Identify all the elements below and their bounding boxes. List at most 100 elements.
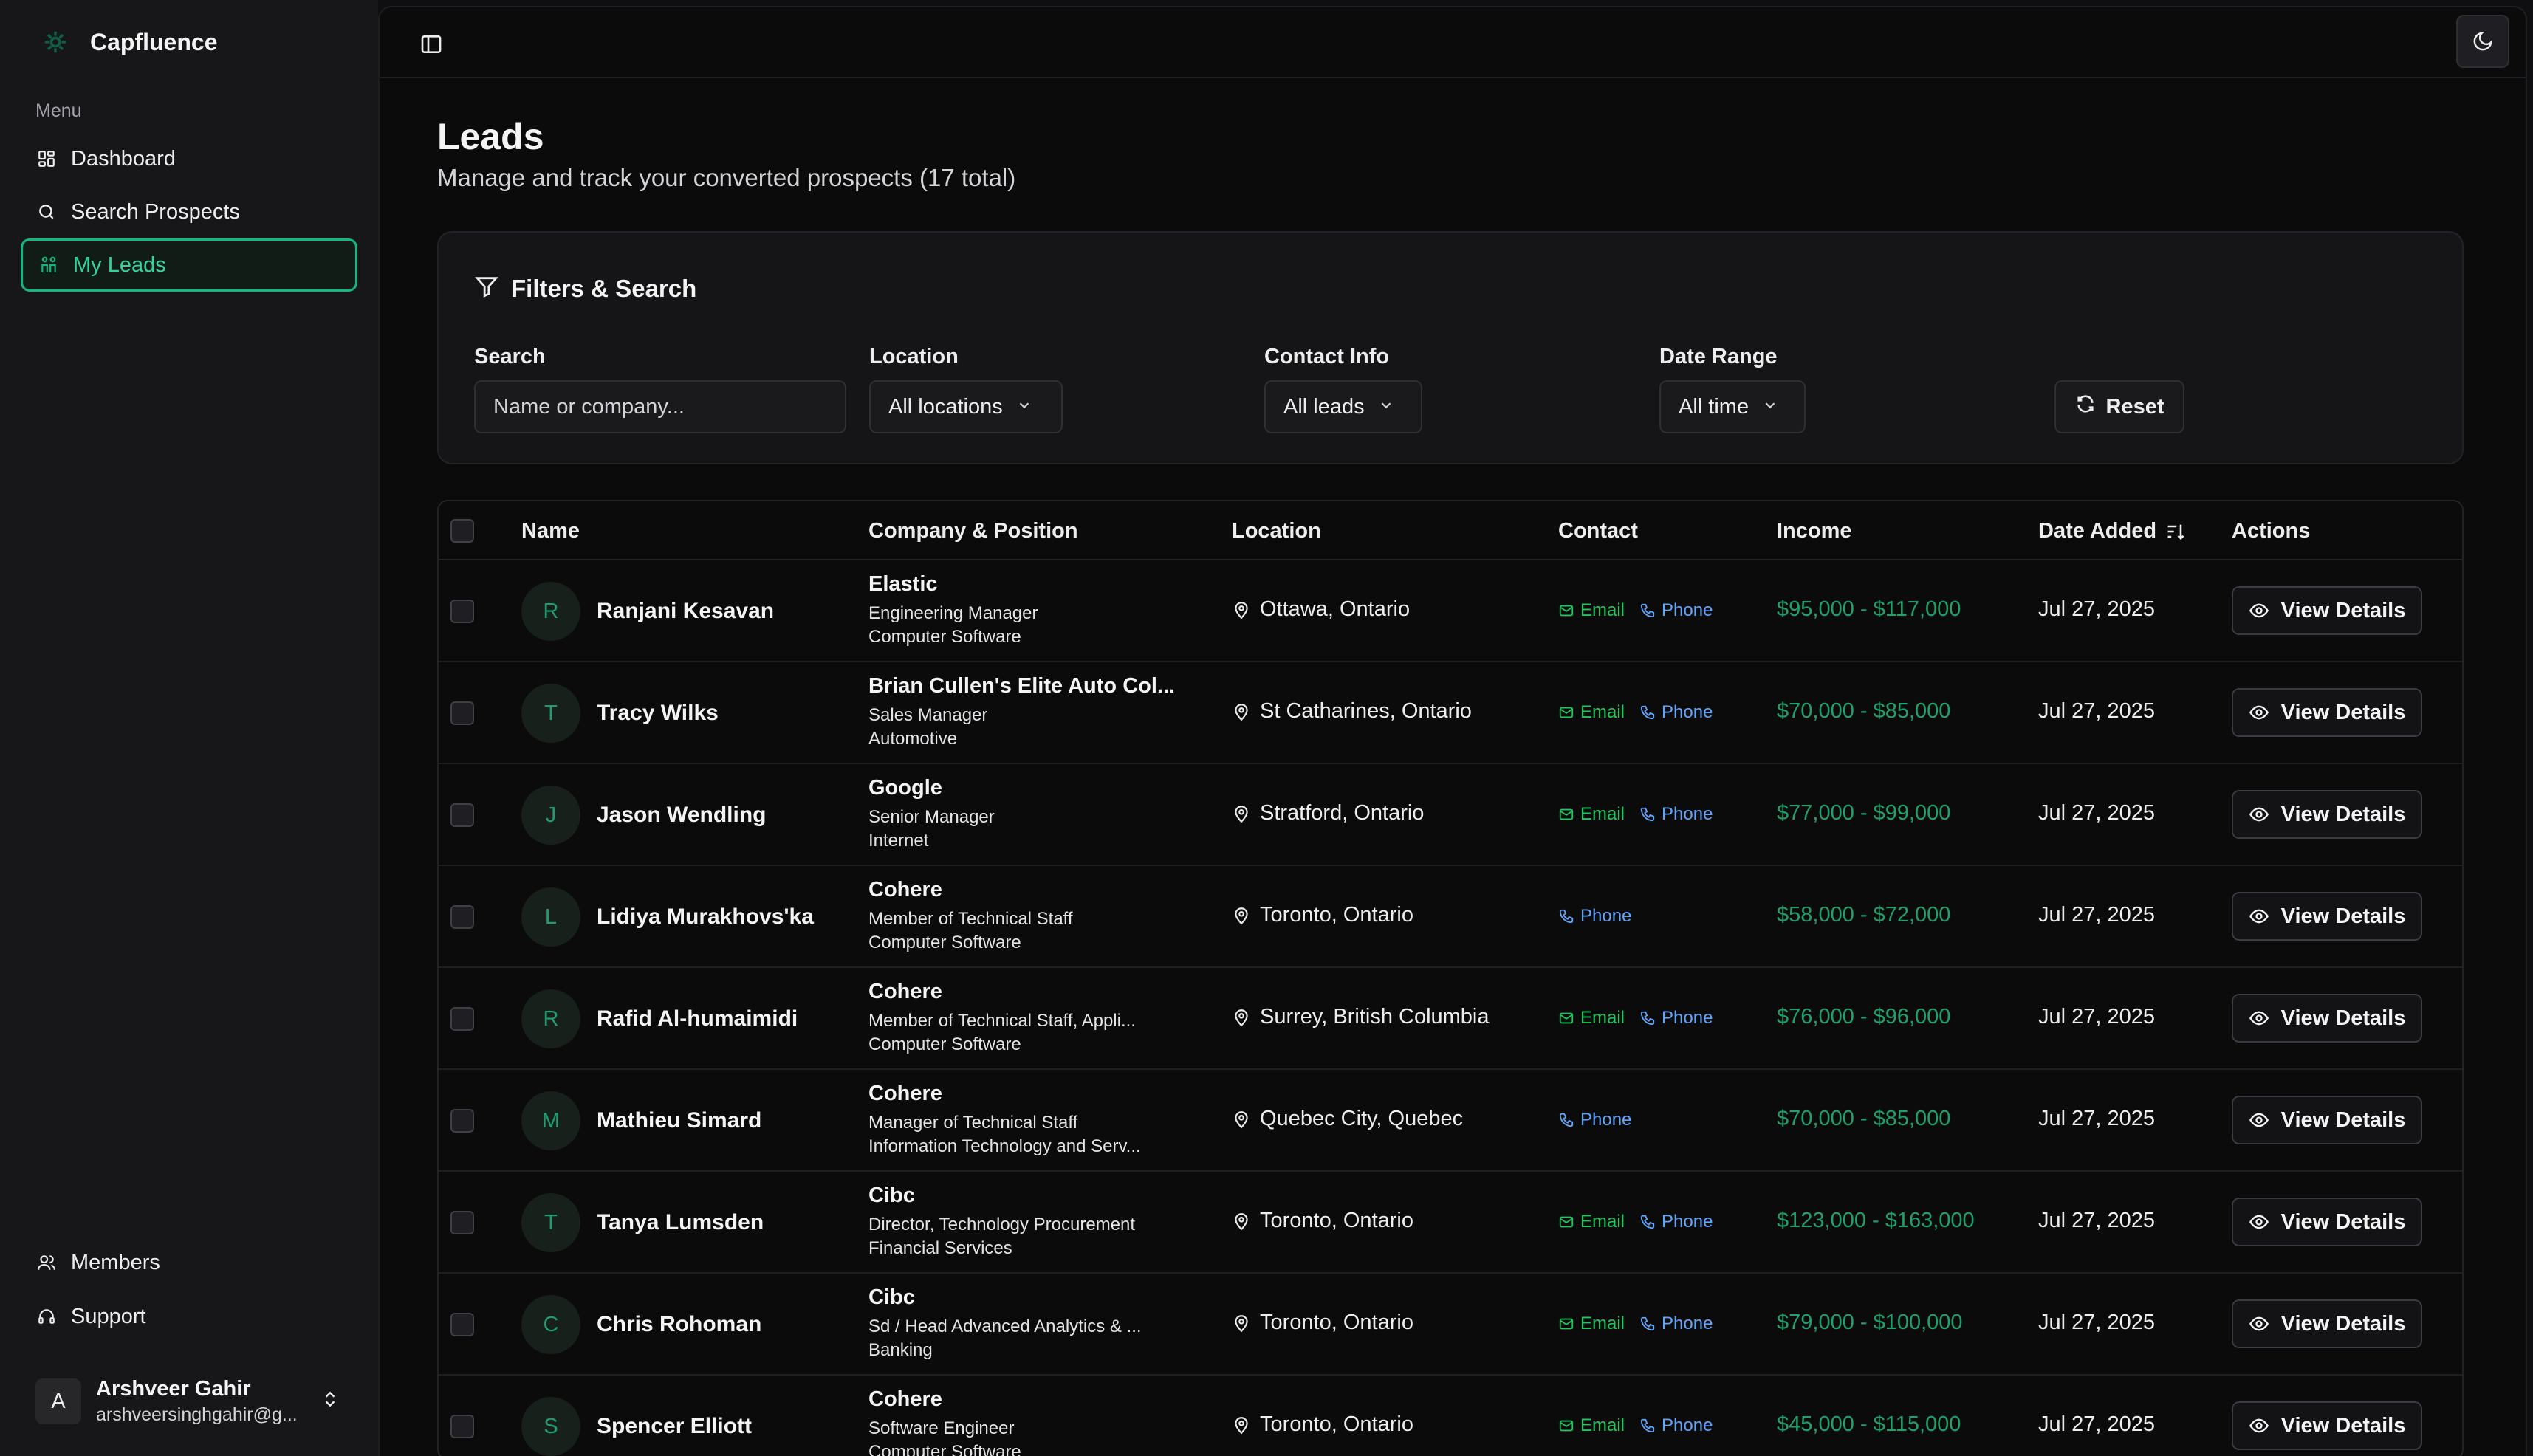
industry: Internet — [868, 831, 929, 851]
map-pin-icon — [1232, 600, 1251, 619]
sidebar-item-members[interactable]: Members — [21, 1236, 357, 1289]
table-row[interactable]: J Jason Wendling Google Senior Manager Inter… — [439, 764, 2462, 866]
view-details-button[interactable]: View Details — [2232, 892, 2422, 941]
contact-value: All leads — [1283, 394, 1365, 419]
email-link[interactable]: Email — [1558, 600, 1625, 621]
email-link[interactable]: Email — [1558, 1314, 1625, 1334]
column-header[interactable]: Name — [521, 519, 580, 543]
row-checkbox[interactable] — [450, 1007, 474, 1031]
date-added: Jul 27, 2025 — [2038, 597, 2156, 621]
email-link[interactable]: Email — [1558, 1008, 1625, 1029]
phone-label: Phone — [1662, 1008, 1713, 1028]
brand[interactable]: Capfluence — [38, 25, 217, 59]
position: Sales Manager — [868, 705, 988, 725]
avatar: S — [521, 1397, 580, 1456]
email-label: Email — [1580, 1212, 1625, 1232]
lead-name: Ranjani Kesavan — [597, 599, 775, 623]
avatar: A — [35, 1378, 81, 1424]
map-pin-icon — [1232, 1415, 1251, 1435]
phone-link[interactable]: Phone — [1639, 1415, 1713, 1436]
column-header[interactable]: Company & Position — [868, 519, 1078, 543]
row-checkbox[interactable] — [450, 1415, 474, 1438]
avatar: R — [521, 989, 580, 1048]
sidebar-toggle-icon[interactable] — [418, 31, 445, 58]
email-link[interactable]: Email — [1558, 702, 1625, 723]
phone-link[interactable]: Phone — [1558, 906, 1631, 927]
view-details-button[interactable]: View Details — [2232, 688, 2422, 737]
search-input[interactable]: Name or company... — [474, 380, 846, 433]
view-details-button[interactable]: View Details — [2232, 994, 2422, 1043]
location-text: Ottawa, Ontario — [1260, 597, 1411, 621]
table-row[interactable]: T Tracy Wilks Brian Cullen's Elite Auto Co… — [439, 662, 2462, 764]
sidebar-item-search-prospects[interactable]: Search Prospects — [21, 185, 357, 238]
company-name: Cibc — [868, 1184, 915, 1207]
select-all-checkbox[interactable] — [450, 519, 474, 543]
view-details-button[interactable]: View Details — [2232, 790, 2422, 839]
reset-button[interactable]: Reset — [2054, 380, 2184, 433]
eye-icon — [2249, 1008, 2281, 1029]
phone-label: Phone — [1580, 906, 1632, 926]
row-checkbox[interactable] — [450, 1211, 474, 1234]
company-name: Cohere — [868, 1387, 942, 1411]
date-added-sort-header[interactable]: Date Added — [2038, 519, 2186, 543]
table-row[interactable]: M Mathieu Simard Cohere Manager of Technica… — [439, 1070, 2462, 1172]
phone-link[interactable]: Phone — [1639, 600, 1713, 621]
view-details-button[interactable]: View Details — [2232, 1096, 2422, 1144]
row-checkbox[interactable] — [450, 1313, 474, 1336]
phone-icon — [1639, 806, 1662, 823]
location-cell: Toronto, Ontario — [1232, 1412, 1413, 1437]
eye-icon — [2249, 1110, 2281, 1130]
position: Sd / Head Advanced Analytics & ... — [868, 1316, 1142, 1336]
mail-icon — [1558, 1214, 1580, 1230]
theme-toggle-button[interactable] — [2456, 15, 2509, 68]
table-row[interactable]: S Spencer Elliott Cohere Software Engineer C… — [439, 1376, 2462, 1456]
column-header[interactable]: Income — [1777, 519, 1852, 543]
location-cell: Ottawa, Ontario — [1232, 597, 1410, 622]
row-checkbox[interactable] — [450, 1109, 474, 1133]
date-added: Jul 27, 2025 — [2038, 1311, 2156, 1334]
income: $95,000 - $117,000 — [1777, 597, 1961, 621]
date-range-value: All time — [1679, 394, 1749, 419]
email-link[interactable]: Email — [1558, 804, 1625, 825]
date-added: Jul 27, 2025 — [2038, 699, 2156, 723]
contact-select[interactable]: All leads — [1264, 380, 1422, 433]
phone-label: Phone — [1662, 600, 1713, 620]
location-cell: Toronto, Ontario — [1232, 1209, 1413, 1233]
phone-link[interactable]: Phone — [1639, 1314, 1713, 1334]
row-checkbox[interactable] — [450, 803, 474, 827]
phone-link[interactable]: Phone — [1639, 804, 1713, 825]
column-header: Actions — [2232, 519, 2311, 543]
table-row[interactable]: R Ranjani Kesavan Elastic Engineering Manag… — [439, 560, 2462, 662]
table-row[interactable]: C Chris Rohoman Cibc Sd / Head Advanced Ana… — [439, 1274, 2462, 1376]
phone-link[interactable]: Phone — [1639, 1008, 1713, 1029]
sidebar-item-dashboard[interactable]: Dashboard — [21, 132, 357, 185]
email-link[interactable]: Email — [1558, 1212, 1625, 1232]
table-row[interactable]: R Rafid Al-humaimidi Cohere Member of Techn… — [439, 968, 2462, 1070]
row-checkbox[interactable] — [450, 905, 474, 929]
column-header[interactable]: Location — [1232, 519, 1321, 543]
view-details-button[interactable]: View Details — [2232, 586, 2422, 635]
date-range-select[interactable]: All time — [1659, 380, 1806, 433]
table-row[interactable]: L Lidiya Murakhovs'ka Cohere Member of Tech… — [439, 866, 2462, 968]
location-cell: Quebec City, Quebec — [1232, 1107, 1463, 1131]
phone-link[interactable]: Phone — [1558, 1110, 1631, 1130]
view-details-button[interactable]: View Details — [2232, 1198, 2422, 1246]
phone-link[interactable]: Phone — [1639, 1212, 1713, 1232]
phone-link[interactable]: Phone — [1639, 702, 1713, 723]
row-checkbox[interactable] — [450, 701, 474, 725]
table-row[interactable]: T Tanya Lumsden Cibc Director, Technology P… — [439, 1172, 2462, 1274]
email-link[interactable]: Email — [1558, 1415, 1625, 1436]
avatar: M — [521, 1091, 580, 1150]
sidebar-item-support[interactable]: Support — [21, 1290, 357, 1343]
leaf-icon — [38, 25, 72, 59]
eye-icon — [2249, 600, 2281, 621]
date-added: Jul 27, 2025 — [2038, 1209, 2156, 1232]
page-title: Leads — [437, 116, 544, 157]
sidebar-item-my-leads[interactable]: My Leads — [21, 238, 357, 292]
view-details-button[interactable]: View Details — [2232, 1299, 2422, 1348]
column-header[interactable]: Contact — [1558, 519, 1638, 543]
user-menu[interactable]: A Arshveer Gahir arshveersinghgahir@g... — [21, 1366, 357, 1437]
location-select[interactable]: All locations — [869, 380, 1063, 433]
row-checkbox[interactable] — [450, 600, 474, 623]
view-details-button[interactable]: View Details — [2232, 1401, 2422, 1450]
